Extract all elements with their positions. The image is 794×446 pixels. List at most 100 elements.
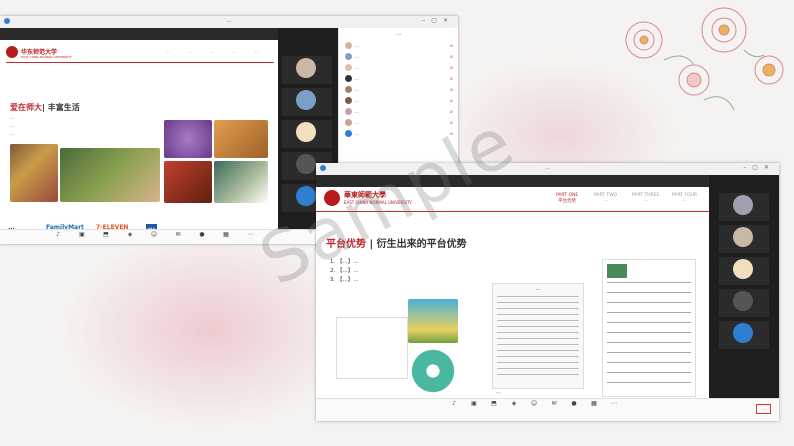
video-icon: ▣ (79, 231, 85, 238)
share-button[interactable]: ⬒ (486, 401, 502, 407)
video-gallery-sidebar (709, 175, 779, 399)
window-controls[interactable]: –▢✕ (422, 17, 454, 24)
food-photo (164, 161, 212, 203)
video-tile[interactable] (719, 193, 769, 221)
chat-button[interactable]: ✉ (170, 232, 186, 238)
security-button[interactable]: ◈ (122, 232, 138, 238)
slide-nav-item: ... (210, 49, 214, 54)
chat-text (497, 296, 579, 378)
participants-icon: ☺ (530, 400, 538, 407)
avatar (296, 154, 316, 174)
apps-button[interactable]: ▦ (218, 232, 234, 238)
feed-list (607, 282, 691, 392)
avatar (345, 53, 352, 60)
participant-row[interactable]: ... ⊘ (339, 95, 458, 106)
card-caption: ... (496, 389, 501, 395)
window-controls[interactable]: –▢✕ (743, 164, 775, 171)
slide-nav-item: ... (166, 49, 170, 54)
mic-button[interactable]: ♪ (50, 232, 66, 238)
security-icon: ◈ (127, 231, 133, 238)
bullet-item: 3. 【...】... (330, 277, 359, 283)
mic-muted-icon: ⊘ (449, 109, 453, 114)
slide-text: ... (10, 116, 15, 121)
video-tile[interactable] (282, 56, 332, 84)
share-control-bar (0, 28, 278, 40)
part-tab: PART TWO... (594, 193, 618, 203)
chat-button[interactable]: ✉ (546, 401, 562, 407)
participant-row[interactable]: ... ⊘ (339, 40, 458, 51)
video-tile[interactable] (719, 289, 769, 317)
avatar (296, 58, 316, 78)
avatar (345, 119, 352, 126)
slide-nav-item: ... (254, 49, 258, 54)
video-button[interactable]: ▣ (74, 232, 90, 238)
avatar (296, 122, 316, 142)
food-photo (214, 161, 268, 203)
slide-text: ... (10, 124, 15, 129)
video-tile[interactable] (282, 120, 332, 148)
avatar (345, 86, 352, 93)
avatar (345, 130, 352, 137)
avatar (345, 108, 352, 115)
mic-icon: ♪ (452, 400, 456, 407)
video-tile[interactable] (719, 321, 769, 349)
slide-nav-item: ... (188, 49, 192, 54)
app-screenshot (408, 299, 458, 343)
avatar (733, 323, 753, 343)
video-button[interactable]: ▣ (466, 401, 482, 407)
avatar (345, 97, 352, 104)
video-tile[interactable] (719, 257, 769, 285)
chat-card: ... (492, 283, 584, 389)
record-icon: ● (199, 231, 205, 238)
mic-muted-icon: ⊘ (449, 87, 453, 92)
security-button[interactable]: ◈ (506, 401, 522, 407)
chat-icon: ✉ (551, 400, 557, 407)
part-tab: PART FOUR... (672, 193, 698, 203)
slide-nav-item: ... (232, 49, 236, 54)
avatar (345, 42, 352, 49)
apps-icon: ▦ (223, 231, 229, 238)
record-icon: ● (571, 400, 577, 407)
window-title: ... (226, 18, 232, 24)
slide-headline: 爱在师大| 丰富生活 (10, 103, 80, 112)
video-tile[interactable] (282, 88, 332, 116)
part-tab: PART ONE 平台优势 (556, 193, 579, 204)
avatar (733, 291, 753, 311)
participants-header: ... (396, 31, 402, 37)
end-meeting-button[interactable]: ... (756, 404, 771, 414)
video-icon: ▣ (471, 400, 477, 407)
mic-muted-icon: ⊘ (449, 98, 453, 103)
mic-muted-icon: ⊘ (449, 65, 453, 70)
avatar (733, 227, 753, 247)
share-button[interactable]: ⬒ (98, 232, 114, 238)
more-button[interactable]: ⋯ (606, 401, 622, 407)
food-photo (214, 120, 268, 158)
participant-row[interactable]: ... ⊘ (339, 51, 458, 62)
participant-row[interactable]: ... ⊘ (339, 62, 458, 73)
participant-row[interactable]: ... ⊘ (339, 106, 458, 117)
more-icon: ⋯ (611, 400, 617, 407)
participant-row[interactable]: ... ⊘ (339, 73, 458, 84)
share-icon: ⬒ (491, 400, 497, 407)
record-button[interactable]: ● (566, 401, 582, 407)
floral-decoration (625, 7, 784, 111)
mic-muted-icon: ⊘ (449, 76, 453, 81)
participant-row[interactable]: ... ⊘ (339, 84, 458, 95)
apps-button[interactable]: ▦ (586, 401, 602, 407)
food-photo (164, 120, 212, 158)
feed-screenshot (602, 259, 696, 397)
avatar (345, 64, 352, 71)
participants-button[interactable]: ☺ (146, 232, 162, 238)
shared-screen: 华东师范大学 EAST CHINA NORMAL UNIVERSITY ... … (0, 28, 278, 231)
university-seal-icon (6, 46, 18, 58)
university-name-en: EAST CHINA NORMAL UNIVERSITY (21, 55, 72, 59)
mic-muted-icon: ⊘ (449, 43, 453, 48)
record-button[interactable]: ● (194, 232, 210, 238)
food-photo (10, 144, 58, 202)
apps-icon: ▦ (591, 400, 597, 407)
participants-button[interactable]: ☺ (526, 401, 542, 407)
video-tile[interactable] (719, 225, 769, 253)
part-tab: PART THREE... (632, 193, 660, 203)
mic-button[interactable]: ♪ (446, 401, 462, 407)
avatar (296, 90, 316, 110)
